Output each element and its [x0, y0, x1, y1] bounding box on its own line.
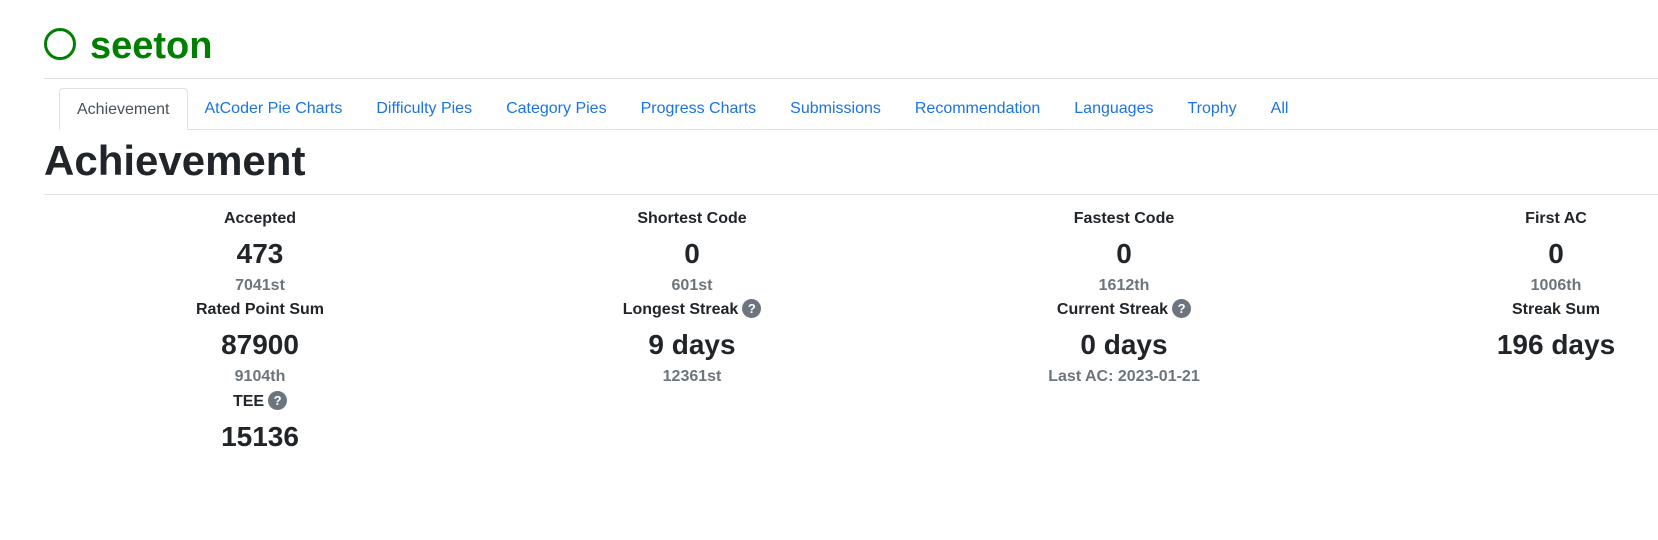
stat-value: 473 [236, 238, 284, 269]
stat-rank: 7041st [235, 277, 285, 294]
tab-atcoder-pie-charts[interactable]: AtCoder Pie Charts [188, 88, 360, 129]
stat-value: 0 [1548, 238, 1564, 269]
tab-category-pies[interactable]: Category Pies [489, 88, 624, 129]
stat-shortest-code: Shortest Code 0 601st [476, 208, 908, 297]
stat-value: 87900 [221, 329, 299, 360]
stat-label: First AC [1525, 210, 1587, 227]
stat-accepted: Accepted 473 7041st [44, 208, 476, 297]
stat-current-streak: Current Streak? 0 days Last AC: 2023-01-… [908, 299, 1340, 388]
stat-last-ac: Last AC: 2023-01-21 [1048, 368, 1200, 385]
stat-label: Accepted [223, 210, 297, 227]
stat-value: 0 [684, 238, 700, 269]
tab-bar: Achievement AtCoder Pie Charts Difficult… [59, 88, 1658, 130]
stat-label-row: Longest Streak? [476, 299, 908, 321]
stat-rank: 9104th [234, 368, 286, 385]
tab-achievement[interactable]: Achievement [59, 88, 188, 130]
stat-label: Rated Point Sum [195, 301, 324, 318]
stat-streak-sum: Streak Sum 196 days [1340, 299, 1658, 365]
stat-first-ac: First AC 0 1006th [1340, 208, 1658, 297]
stat-rated-point-sum: Rated Point Sum 87900 9104th [44, 299, 476, 388]
header-divider [44, 78, 1658, 79]
help-icon[interactable]: ? [268, 391, 288, 410]
stat-label-row: Current Streak? [908, 299, 1340, 321]
stat-label: Shortest Code [637, 210, 747, 227]
user-header: seeton [44, 24, 212, 68]
stat-rank: 1612th [1098, 277, 1150, 294]
stat-value: 196 days [1496, 329, 1616, 360]
user-name: seeton [90, 25, 213, 67]
stat-value: 15136 [221, 421, 299, 452]
tab-languages[interactable]: Languages [1057, 88, 1170, 129]
stat-rank: 1006th [1530, 277, 1582, 294]
stat-rank: 12361st [662, 368, 722, 385]
stat-label-row: TEE? [44, 391, 476, 413]
stat-rank: 601st [671, 277, 713, 294]
stat-tee: TEE? 15136 [44, 391, 476, 457]
stat-value: 9 days [648, 329, 736, 360]
section-divider [44, 194, 1658, 195]
tab-progress-charts[interactable]: Progress Charts [624, 88, 774, 129]
stat-longest-streak: Longest Streak? 9 days 12361st [476, 299, 908, 388]
help-icon[interactable]: ? [742, 299, 762, 318]
section-title: Achievement [44, 137, 306, 184]
tab-difficulty-pies[interactable]: Difficulty Pies [359, 88, 489, 129]
tab-all[interactable]: All [1254, 88, 1306, 129]
stat-label: TEE [232, 393, 265, 410]
stat-label: Streak Sum [1511, 301, 1601, 318]
stat-label: Fastest Code [1073, 210, 1175, 227]
stat-fastest-code: Fastest Code 0 1612th [908, 208, 1340, 297]
stat-value: 0 days [1080, 329, 1168, 360]
stat-label: Current Streak [1056, 301, 1169, 318]
rating-circle-icon [44, 28, 76, 60]
tab-recommendation[interactable]: Recommendation [898, 88, 1057, 129]
help-icon[interactable]: ? [1172, 299, 1192, 318]
stat-value: 0 [1116, 238, 1132, 269]
stat-label: Longest Streak [622, 301, 739, 318]
tab-trophy[interactable]: Trophy [1170, 88, 1253, 129]
tab-submissions[interactable]: Submissions [773, 88, 898, 129]
